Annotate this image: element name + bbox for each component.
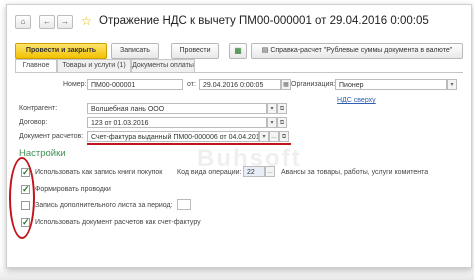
- save-button[interactable]: Записать: [111, 43, 159, 59]
- number-field[interactable]: ПМ00-000001: [87, 79, 183, 90]
- counterparty-dropdown[interactable]: ▾: [267, 103, 277, 114]
- additional-sheet-label: Запись дополнительного листа за период:: [35, 202, 173, 209]
- contract-label: Договор:: [19, 119, 48, 126]
- dt-kt-button[interactable]: ▦: [229, 43, 247, 59]
- settings-header: Настройки: [19, 148, 66, 159]
- organization-label: Организация:: [291, 81, 336, 88]
- contract-field[interactable]: 123 от 01.03.2016: [87, 117, 267, 128]
- form-entries-label: Формировать проводки: [35, 186, 111, 193]
- contract-open[interactable]: ⧉: [277, 117, 287, 128]
- date-field[interactable]: 29.04.2016 0:00:05: [199, 79, 281, 90]
- annotation-oval: [9, 157, 35, 239]
- settlement-doc-label: Документ расчетов:: [19, 133, 84, 140]
- star-icon[interactable]: ☆: [81, 14, 92, 28]
- home-icon: ⌂: [20, 17, 26, 26]
- calendar-icon: ▦: [283, 82, 289, 88]
- open-link-icon: ⧉: [279, 106, 285, 112]
- chevron-down-icon: ▾: [270, 120, 274, 126]
- back-button[interactable]: ←: [39, 15, 55, 29]
- report-button-label: Справка-расчет "Рублевые суммы документа…: [270, 47, 453, 54]
- additional-sheet-period-field[interactable]: [177, 199, 191, 210]
- settlement-doc-field[interactable]: Счет-фактура выданный ПМ00-000006 от 04.…: [87, 131, 259, 142]
- counterparty-field[interactable]: Волшебная лань ООО: [87, 103, 267, 114]
- tab-goods[interactable]: Товары и услуги (1): [57, 59, 131, 72]
- contract-dropdown[interactable]: ▾: [267, 117, 277, 128]
- open-link-icon: ⧉: [279, 120, 285, 126]
- chevron-down-icon: ▾: [270, 106, 274, 112]
- calendar-button[interactable]: ▦: [281, 79, 291, 90]
- organization-field[interactable]: Пионер: [335, 79, 447, 90]
- ellipsis-icon: …: [267, 169, 273, 175]
- open-link-icon: ⧉: [281, 134, 287, 140]
- operation-code-label: Код вида операции:: [177, 169, 242, 176]
- operation-code-select[interactable]: …: [265, 166, 275, 177]
- vat-link[interactable]: НДС сверху: [337, 97, 376, 104]
- tab-payments[interactable]: Документы оплаты: [131, 59, 195, 72]
- ledger-icon: ▦: [234, 46, 242, 55]
- document-window: ⌂ ← → ☆ Отражение НДС к вычету ПМ00-0000…: [6, 4, 472, 268]
- settlement-doc-dropdown[interactable]: ▾: [259, 131, 269, 142]
- tab-divider: [15, 72, 463, 73]
- post-button[interactable]: Провести: [171, 43, 219, 59]
- number-label: Номер:: [63, 81, 87, 88]
- date-from-label: от:: [187, 81, 196, 88]
- organization-dropdown[interactable]: ▾: [447, 79, 457, 90]
- use-as-purchase-book-label: Использовать как запись книги покупок: [35, 169, 163, 176]
- home-button[interactable]: ⌂: [15, 15, 31, 29]
- arrow-right-icon: →: [61, 17, 69, 26]
- chevron-down-icon: ▾: [262, 134, 266, 140]
- tab-main[interactable]: Главное: [15, 59, 57, 73]
- use-settlement-as-invoice-label: Использовать документ расчетов как счет-…: [35, 219, 201, 226]
- arrow-left-icon: ←: [43, 17, 51, 26]
- chevron-down-icon: ▾: [450, 82, 454, 88]
- post-close-button[interactable]: Провести и закрыть: [15, 43, 107, 59]
- window-title: Отражение НДС к вычету ПМ00-000001 от 29…: [99, 15, 429, 27]
- counterparty-label: Контрагент:: [19, 105, 58, 112]
- report-button[interactable]: ▤ Справка-расчет "Рублевые суммы докумен…: [251, 43, 463, 59]
- settlement-doc-clear[interactable]: …: [269, 131, 279, 142]
- operation-code-field[interactable]: 22: [243, 166, 265, 177]
- operation-code-description: Авансы за товары, работы, услуги комитен…: [281, 169, 429, 176]
- counterparty-open[interactable]: ⧉: [277, 103, 287, 114]
- forward-button[interactable]: →: [57, 15, 73, 29]
- clear-icon: …: [271, 134, 277, 140]
- settlement-doc-open[interactable]: ⧉: [279, 131, 289, 142]
